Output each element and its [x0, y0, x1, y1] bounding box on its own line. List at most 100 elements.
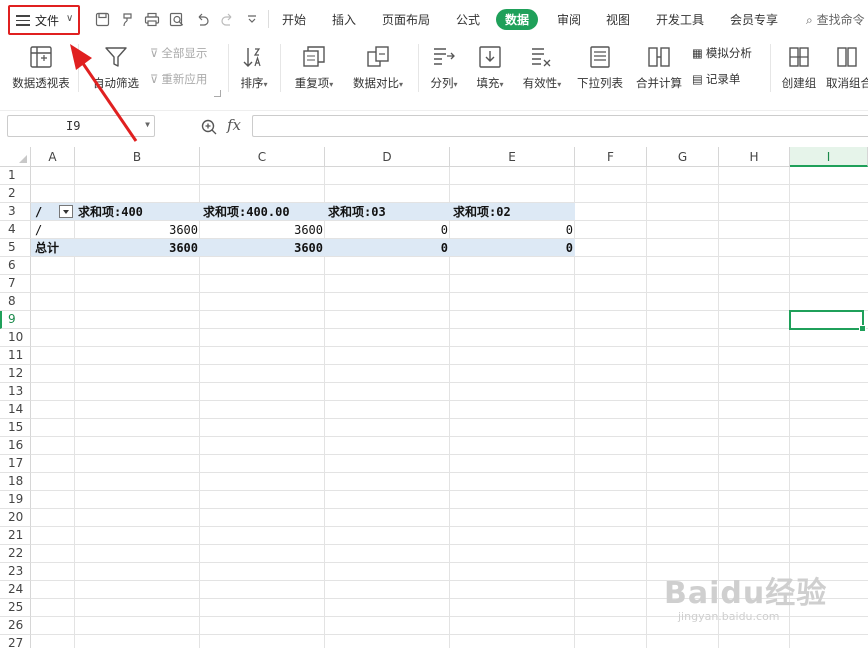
row-header-6[interactable]: 6	[0, 257, 31, 275]
name-box[interactable]: I9 ▼	[7, 115, 155, 137]
fill-button[interactable]: 填充▾	[470, 44, 510, 91]
pivot-cell-row4-2[interactable]: 3600	[200, 221, 325, 239]
pivot-cell-total-4[interactable]: 0	[450, 239, 575, 257]
column-header-d[interactable]: D	[325, 147, 450, 167]
row-header-24[interactable]: 24	[0, 581, 31, 599]
column-header-g[interactable]: G	[647, 147, 719, 167]
file-menu-button[interactable]: 文件 ∨	[8, 5, 80, 35]
pivot-cell-row4-3[interactable]: 0	[325, 221, 450, 239]
split-button[interactable]: 分列▾	[424, 44, 464, 91]
tab-view[interactable]: 视图	[606, 11, 630, 28]
dropdown-list-button[interactable]: 下拉列表	[573, 44, 627, 91]
record-form-button[interactable]: ▤ 记录单	[692, 71, 740, 87]
column-header-e[interactable]: E	[450, 147, 575, 167]
consolidate-button[interactable]: 合并计算	[632, 44, 686, 91]
pivot-cell-row4-4[interactable]: 0	[450, 221, 575, 239]
pivot-cell-header-1[interactable]: 求和项:400	[78, 203, 200, 221]
row-header-5[interactable]: 5	[0, 239, 31, 257]
pivot-cell-total-2[interactable]: 3600	[200, 239, 325, 257]
more-icon[interactable]	[243, 10, 261, 28]
row-header-15[interactable]: 15	[0, 419, 31, 437]
row-header-2[interactable]: 2	[0, 185, 31, 203]
row-header-21[interactable]: 21	[0, 527, 31, 545]
pivot-cell-header-4[interactable]: 求和项:02	[453, 203, 575, 221]
create-group-button[interactable]: 创建组	[777, 44, 821, 91]
print-icon[interactable]	[143, 10, 161, 28]
column-header-h[interactable]: H	[719, 147, 790, 167]
pivot-cell-row4-1[interactable]: 3600	[75, 221, 200, 239]
row-header-19[interactable]: 19	[0, 491, 31, 509]
fx-icon[interactable]: fx	[227, 116, 241, 134]
row-header-16[interactable]: 16	[0, 437, 31, 455]
caret-icon: ▾	[557, 80, 562, 89]
row-header-8[interactable]: 8	[0, 293, 31, 311]
row-header-13[interactable]: 13	[0, 383, 31, 401]
ungroup-button[interactable]: 取消组合	[826, 44, 868, 91]
row-header-10[interactable]: 10	[0, 329, 31, 347]
row-header-27[interactable]: 27	[0, 635, 31, 648]
select-all-corner[interactable]	[0, 147, 31, 167]
row-header-20[interactable]: 20	[0, 509, 31, 527]
tab-review[interactable]: 审阅	[557, 11, 581, 28]
row-header-14[interactable]: 14	[0, 401, 31, 419]
column-header-b[interactable]: B	[75, 147, 200, 167]
row-header-4[interactable]: 4	[0, 221, 31, 239]
formula-bar: I9 ▼ fx	[0, 110, 868, 142]
row-header-17[interactable]: 17	[0, 455, 31, 473]
active-cell-selection[interactable]	[789, 310, 866, 332]
save-icon[interactable]	[93, 10, 111, 28]
pivot-cell-header-3[interactable]: 求和项:03	[328, 203, 450, 221]
column-header-f[interactable]: F	[575, 147, 647, 167]
validity-button[interactable]: 有效性▾	[516, 44, 568, 91]
pivot-table-button[interactable]: 数据透视表	[8, 44, 74, 91]
data-compare-button[interactable]: 数据对比▾	[346, 44, 410, 91]
reapply-button[interactable]: ⊽ 重新应用	[150, 71, 207, 87]
pivot-cell-total-0[interactable]: 总计	[35, 239, 75, 257]
pivot-cell-header-2[interactable]: 求和项:400.00	[203, 203, 325, 221]
row-header-23[interactable]: 23	[0, 563, 31, 581]
search-command[interactable]: ⌕ 查找命令	[806, 11, 865, 28]
tab-insert[interactable]: 插入	[332, 11, 356, 28]
create-group-label: 创建组	[781, 76, 817, 90]
row-header-11[interactable]: 11	[0, 347, 31, 365]
auto-filter-button[interactable]: 自动筛选	[90, 44, 142, 91]
tab-data[interactable]: 数据	[496, 9, 539, 30]
formula-input[interactable]	[252, 115, 868, 137]
pivot-cell-total-1[interactable]: 3600	[75, 239, 200, 257]
caret-icon: ▾	[398, 80, 403, 89]
tab-developer[interactable]: 开发工具	[656, 11, 704, 28]
tab-member[interactable]: 会员专享	[730, 11, 778, 28]
row-header-12[interactable]: 12	[0, 365, 31, 383]
duplicates-button[interactable]: 重复项▾	[288, 44, 340, 91]
tab-page-layout[interactable]: 页面布局	[382, 11, 430, 28]
row-header-7[interactable]: 7	[0, 275, 31, 293]
ribbon-data: 数据透视表 自动筛选 ⊽ 全部显示 ⊽ 重新应用 排序▾ 重复项▾ 数据对比▾ …	[0, 38, 868, 100]
pivot-cell-header-0[interactable]: /	[35, 203, 57, 221]
zoom-icon[interactable]	[200, 118, 218, 136]
pivot-cell-row4-0[interactable]: /	[35, 221, 75, 239]
tab-start[interactable]: 开始	[282, 11, 306, 28]
row-header-3[interactable]: 3	[0, 203, 31, 221]
row-header-25[interactable]: 25	[0, 599, 31, 617]
column-header-c[interactable]: C	[200, 147, 325, 167]
pivot-cell-total-3[interactable]: 0	[325, 239, 450, 257]
show-all-button[interactable]: ⊽ 全部显示	[150, 45, 207, 61]
row-header-9[interactable]: 9	[0, 311, 31, 329]
sort-button[interactable]: 排序▾	[234, 44, 274, 91]
print-preview-icon[interactable]	[168, 10, 186, 28]
chevron-down-icon[interactable]: ▼	[145, 120, 150, 129]
row-header-22[interactable]: 22	[0, 545, 31, 563]
dialog-launcher-icon[interactable]	[214, 90, 221, 97]
pivot-filter-dropdown-icon[interactable]	[59, 205, 73, 218]
what-if-button[interactable]: ▦ 模拟分析	[692, 45, 752, 61]
column-header-i[interactable]: I	[790, 147, 868, 167]
filter-clear-icon: ⊽	[150, 46, 159, 60]
row-header-26[interactable]: 26	[0, 617, 31, 635]
redo-icon[interactable]	[218, 10, 236, 28]
column-header-a[interactable]: A	[31, 147, 75, 167]
undo-icon[interactable]	[193, 10, 211, 28]
row-header-18[interactable]: 18	[0, 473, 31, 491]
tab-formula[interactable]: 公式	[456, 11, 480, 28]
row-header-1[interactable]: 1	[0, 167, 31, 185]
format-painter-icon[interactable]	[118, 10, 136, 28]
